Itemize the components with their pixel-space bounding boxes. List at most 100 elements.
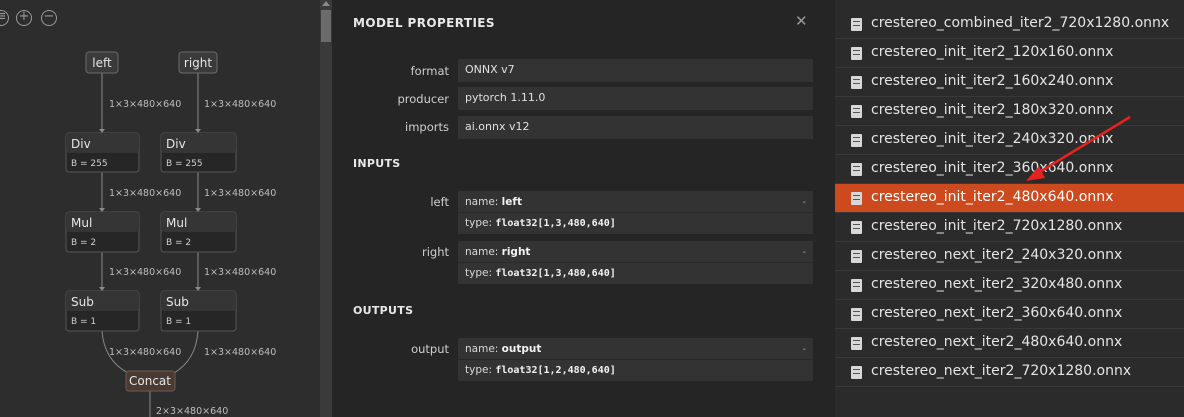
graph-node-div[interactable]: Div B = 255 <box>65 132 140 173</box>
input-name-line: name: left <box>465 196 522 208</box>
graph-node-sub[interactable]: Sub B = 1 <box>160 290 237 332</box>
graph-node-concat[interactable]: Concat <box>125 370 176 392</box>
file-list-item[interactable]: crestereo_init_iter2_480x640.onnx <box>835 184 1184 213</box>
type-prefix: type: <box>465 364 496 376</box>
input-card-right[interactable]: name: right - type: float32[1,3,480,640] <box>458 241 813 284</box>
node-op-name: Div <box>166 137 186 151</box>
output-label: output <box>411 342 449 356</box>
name-prefix: name: <box>465 196 502 208</box>
file-list-item[interactable]: crestereo_next_iter2_720x1280.onnx <box>835 358 1184 387</box>
file-name: crestereo_next_iter2_240x320.onnx <box>871 247 1123 263</box>
file-name: crestereo_init_iter2_180x320.onnx <box>871 102 1114 118</box>
file-list-item[interactable]: crestereo_init_iter2_180x320.onnx <box>835 97 1184 126</box>
file-icon <box>851 76 862 89</box>
input-name: right <box>501 246 531 258</box>
property-label-producer: producer <box>397 92 449 106</box>
file-name: crestereo_init_iter2_240x320.onnx <box>871 131 1114 147</box>
output-card[interactable]: name: output - type: float32[1,2,480,640… <box>458 338 813 381</box>
file-list-item[interactable]: crestereo_init_iter2_360x640.onnx <box>835 155 1184 184</box>
file-list-item[interactable]: crestereo_next_iter2_480x640.onnx <box>835 329 1184 358</box>
name-prefix: name: <box>465 246 502 258</box>
file-icon <box>851 308 862 321</box>
input-type: float32[1,3,480,640] <box>495 218 616 229</box>
graph-input-label: left <box>92 56 112 70</box>
input-type-line: type: float32[1,3,480,640] <box>465 217 616 229</box>
edge-label: 1×3×480×640 <box>204 347 276 358</box>
edge-label: 1×3×480×640 <box>204 99 276 110</box>
file-icon <box>851 105 862 118</box>
file-list-item[interactable]: crestereo_next_iter2_320x480.onnx <box>835 271 1184 300</box>
expand-toggle[interactable]: - <box>802 344 806 355</box>
edge-label: 1×3×480×640 <box>204 188 276 199</box>
node-op-name: Sub <box>166 295 189 309</box>
expand-toggle[interactable]: - <box>802 197 806 208</box>
property-value-format: ONNX v7 <box>458 59 813 82</box>
node-op-name: Div <box>71 137 91 151</box>
file-name: crestereo_init_iter2_720x1280.onnx <box>871 218 1123 234</box>
graph-input-node-right[interactable]: right <box>178 51 218 74</box>
expand-toggle[interactable]: - <box>802 247 806 258</box>
input-name: left <box>501 196 522 208</box>
input-label-right: right <box>421 245 449 259</box>
scrollbar-thumb[interactable] <box>321 10 331 42</box>
file-name: crestereo_init_iter2_480x640.onnx <box>871 189 1114 205</box>
graph-view[interactable]: ≡ + − left right Div B = 255 Div B = 255… <box>0 0 332 417</box>
file-name: crestereo_init_iter2_160x240.onnx <box>871 73 1114 89</box>
file-list-item[interactable]: crestereo_init_iter2_120x160.onnx <box>835 39 1184 68</box>
graph-node-sub[interactable]: Sub B = 1 <box>65 290 140 332</box>
output-type-line: type: float32[1,2,480,640] <box>465 364 616 376</box>
file-icon <box>851 18 862 31</box>
edge-label: 1×3×480×640 <box>204 267 276 278</box>
model-graph: left right Div B = 255 Div B = 255 Mul B… <box>65 51 276 417</box>
output-type: float32[1,2,480,640] <box>495 365 616 376</box>
node-attribute: B = 2 <box>71 238 96 248</box>
file-name: crestereo_next_iter2_480x640.onnx <box>871 334 1123 350</box>
vertical-scrollbar[interactable] <box>320 0 332 417</box>
graph-node-mul[interactable]: Mul B = 2 <box>65 211 140 253</box>
node-op-name: Concat <box>129 374 171 388</box>
panel-title: MODEL PROPERTIES <box>353 16 495 30</box>
file-icon <box>851 337 862 350</box>
graph-node-div[interactable]: Div B = 255 <box>160 132 237 173</box>
scroll-up-icon[interactable] <box>322 1 330 6</box>
file-icon <box>851 366 862 379</box>
input-card-left[interactable]: name: left - type: float32[1,3,480,640] <box>458 191 813 234</box>
file-list-item[interactable]: crestereo_next_iter2_360x640.onnx <box>835 300 1184 329</box>
node-op-name: Sub <box>71 295 94 309</box>
property-value-imports: ai.onnx v12 <box>458 116 813 139</box>
input-label-left: left <box>430 195 449 209</box>
file-list-item[interactable]: crestereo_init_iter2_240x320.onnx <box>835 126 1184 155</box>
file-list: crestereo_combined_iter2_720x1280.onnxcr… <box>835 0 1184 417</box>
edge-label: 1×3×480×640 <box>109 188 181 199</box>
close-icon[interactable]: ✕ <box>795 12 808 30</box>
file-icon <box>851 250 862 263</box>
node-op-name: Mul <box>71 216 92 230</box>
file-list-item[interactable]: crestereo_init_iter2_160x240.onnx <box>835 68 1184 97</box>
output-name: output <box>501 343 542 355</box>
type-prefix: type: <box>465 217 496 229</box>
divider <box>458 212 813 213</box>
file-list-item[interactable]: crestereo_next_iter2_240x320.onnx <box>835 242 1184 271</box>
file-icon <box>851 47 862 60</box>
file-name: crestereo_combined_iter2_720x1280.onnx <box>871 15 1170 31</box>
file-list-item[interactable]: crestereo_combined_iter2_720x1280.onnx <box>835 10 1184 39</box>
graph-node-mul[interactable]: Mul B = 2 <box>160 211 237 253</box>
file-name: crestereo_init_iter2_120x160.onnx <box>871 44 1114 60</box>
graph-input-label: right <box>184 56 212 70</box>
outputs-section-title: OUTPUTS <box>353 304 414 317</box>
file-name: crestereo_next_iter2_720x1280.onnx <box>871 363 1132 379</box>
property-label-imports: imports <box>405 120 449 134</box>
file-icon <box>851 163 862 176</box>
file-name: crestereo_next_iter2_320x480.onnx <box>871 276 1123 292</box>
file-name: crestereo_init_iter2_360x640.onnx <box>871 160 1114 176</box>
input-name-line: name: right <box>465 246 530 258</box>
property-label-format: format <box>410 64 449 78</box>
graph-input-node-left[interactable]: left <box>85 51 119 74</box>
node-attribute: B = 255 <box>71 159 108 169</box>
file-list-item[interactable]: crestereo_init_iter2_720x1280.onnx <box>835 213 1184 242</box>
edge-label: 1×3×480×640 <box>109 347 181 358</box>
edge-label: 2×3×480×640 <box>156 406 228 417</box>
input-type: float32[1,3,480,640] <box>495 268 616 279</box>
divider <box>458 262 813 263</box>
edge-label: 1×3×480×640 <box>109 99 181 110</box>
